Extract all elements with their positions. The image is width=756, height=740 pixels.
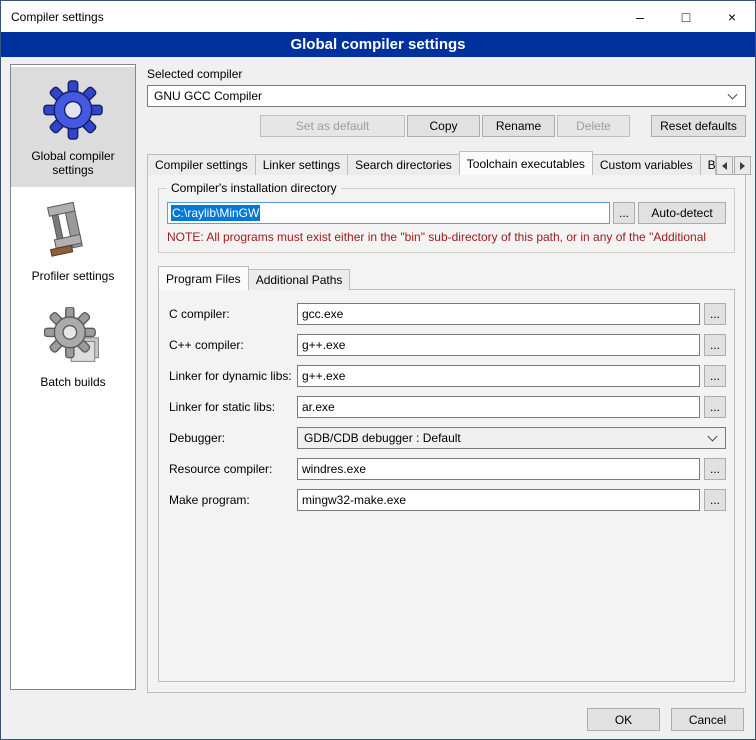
sidebar-item-global-compiler-settings[interactable]: Global compiler settings (11, 67, 135, 187)
minimize-icon: – (636, 9, 644, 25)
tab-scroll-left-icon (722, 162, 727, 170)
tab-scroll-right-icon (740, 162, 745, 170)
sidebar-item-label: Profiler settings (32, 269, 115, 283)
selected-compiler-dropdown[interactable]: GNU GCC Compiler (147, 85, 746, 107)
ok-button[interactable]: OK (587, 708, 660, 731)
dynamic-linker-label: Linker for dynamic libs: (169, 369, 297, 383)
gray-gear-icon (42, 305, 104, 367)
static-linker-label: Linker for static libs: (169, 400, 297, 414)
maximize-icon: □ (682, 9, 690, 25)
static-linker-browse-button[interactable]: ... (704, 396, 726, 418)
tab-scroll-left-button[interactable] (716, 156, 733, 175)
autodetect-button[interactable]: Auto-detect (638, 202, 726, 224)
make-program-browse-button[interactable]: ... (704, 489, 726, 511)
installation-directory-groupbox: Compiler's installation directory C:\ray… (158, 188, 735, 253)
sidebar-item-label: Global compiler settings (13, 149, 133, 177)
installation-directory-input[interactable]: C:\raylib\MinGW (167, 202, 610, 224)
clamp-tool-icon (42, 199, 104, 261)
program-files-panel: C compiler: ... C++ compiler: ... Linker… (158, 289, 735, 682)
settings-tabstrip: Compiler settings Linker settings Search… (147, 150, 746, 174)
sidebar-item-profiler-settings[interactable]: Profiler settings (11, 187, 135, 293)
close-button[interactable]: × (709, 1, 755, 32)
tab-scroll-arrows (716, 156, 751, 175)
main-panel: Selected compiler GNU GCC Compiler Set a… (147, 64, 746, 700)
cpp-compiler-input[interactable] (297, 334, 700, 356)
tab-build-options[interactable]: Buil (700, 154, 716, 175)
page-title: Global compiler settings (1, 32, 755, 57)
debugger-label: Debugger: (169, 431, 297, 445)
window-title: Compiler settings (1, 1, 617, 32)
dynamic-linker-browse-button[interactable]: ... (704, 365, 726, 387)
resource-compiler-input[interactable] (297, 458, 700, 480)
tab-compiler-settings[interactable]: Compiler settings (147, 154, 256, 175)
rename-button[interactable]: Rename (482, 115, 555, 137)
tab-program-files[interactable]: Program Files (158, 266, 249, 290)
minimize-button[interactable]: – (617, 1, 663, 32)
c-compiler-browse-button[interactable]: ... (704, 303, 726, 325)
c-compiler-label: C compiler: (169, 307, 297, 321)
chevron-down-icon (708, 432, 718, 442)
compiler-settings-window: Compiler settings – □ × Global compiler … (0, 0, 756, 740)
dialog-body: Global compiler settings Profiler se (1, 57, 755, 700)
form-row-dynamic-linker: Linker for dynamic libs: ... (169, 365, 726, 387)
sidebar-item-label: Batch builds (40, 375, 105, 389)
resource-compiler-browse-button[interactable]: ... (704, 458, 726, 480)
resource-compiler-label: Resource compiler: (169, 462, 297, 476)
form-row-debugger: Debugger: GDB/CDB debugger : Default (169, 427, 726, 449)
form-row-make-program: Make program: ... (169, 489, 726, 511)
compiler-actions: Set as default Copy Rename Delete Reset … (147, 115, 746, 137)
tab-additional-paths[interactable]: Additional Paths (248, 269, 351, 290)
program-files-tabstrip: Program Files Additional Paths (158, 265, 735, 289)
c-compiler-input[interactable] (297, 303, 700, 325)
installation-directory-value: C:\raylib\MinGW (171, 205, 260, 221)
make-program-label: Make program: (169, 493, 297, 507)
form-row-cpp-compiler: C++ compiler: ... (169, 334, 726, 356)
installation-directory-browse-button[interactable]: ... (613, 202, 635, 224)
tab-search-directories[interactable]: Search directories (347, 154, 460, 175)
cpp-compiler-browse-button[interactable]: ... (704, 334, 726, 356)
titlebar: Compiler settings – □ × (1, 1, 755, 32)
installation-directory-title: Compiler's installation directory (167, 181, 341, 195)
tab-linker-settings[interactable]: Linker settings (255, 154, 348, 175)
static-linker-input[interactable] (297, 396, 700, 418)
debugger-value: GDB/CDB debugger : Default (304, 431, 461, 445)
tab-toolchain-executables[interactable]: Toolchain executables (459, 151, 593, 175)
close-icon: × (728, 9, 736, 25)
form-row-resource-compiler: Resource compiler: ... (169, 458, 726, 480)
make-program-input[interactable] (297, 489, 700, 511)
installation-note: NOTE: All programs must exist either in … (167, 230, 726, 244)
blue-gear-icon (42, 79, 104, 141)
cancel-button[interactable]: Cancel (671, 708, 744, 731)
form-row-c-compiler: C compiler: ... (169, 303, 726, 325)
copy-button[interactable]: Copy (407, 115, 480, 137)
cpp-compiler-label: C++ compiler: (169, 338, 297, 352)
selected-compiler-value: GNU GCC Compiler (154, 89, 262, 103)
set-as-default-button[interactable]: Set as default (260, 115, 405, 137)
tab-custom-variables[interactable]: Custom variables (592, 154, 701, 175)
maximize-button[interactable]: □ (663, 1, 709, 32)
settings-sidebar: Global compiler settings Profiler se (10, 64, 136, 690)
form-row-static-linker: Linker for static libs: ... (169, 396, 726, 418)
sidebar-item-batch-builds[interactable]: Batch builds (11, 293, 135, 399)
chevron-down-icon (728, 90, 738, 100)
debugger-dropdown[interactable]: GDB/CDB debugger : Default (297, 427, 726, 449)
reset-defaults-button[interactable]: Reset defaults (651, 115, 746, 137)
installation-directory-row: C:\raylib\MinGW ... Auto-detect (167, 202, 726, 224)
delete-button[interactable]: Delete (557, 115, 630, 137)
toolchain-executables-panel: Compiler's installation directory C:\ray… (147, 174, 746, 693)
selected-compiler-label: Selected compiler (147, 67, 746, 81)
dialog-footer: OK Cancel (1, 700, 755, 739)
dynamic-linker-input[interactable] (297, 365, 700, 387)
tab-scroll-right-button[interactable] (734, 156, 751, 175)
